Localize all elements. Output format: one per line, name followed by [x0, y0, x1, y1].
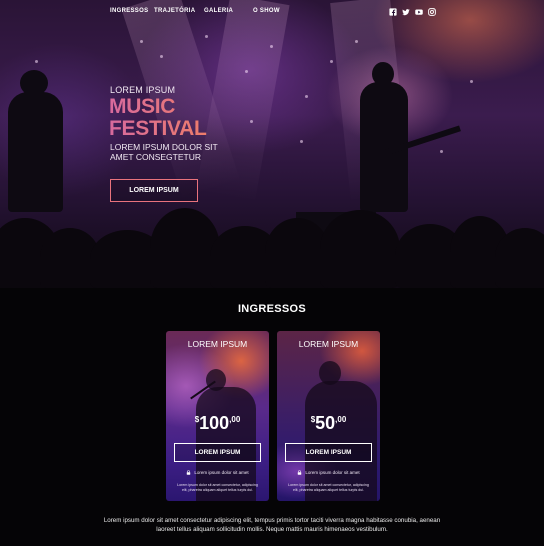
ticket-note-text: Lorem ipsum dolor sit amet	[194, 470, 249, 475]
stage-light-dot	[305, 95, 308, 98]
stage-light-dot	[35, 60, 38, 63]
price-cents: ,00	[335, 415, 347, 424]
stage-light-dot	[355, 40, 358, 43]
nav-item-galeria[interactable]: GALERIA	[204, 8, 233, 14]
stage-light-dot	[140, 40, 143, 43]
stage-light-dot	[440, 150, 443, 153]
hero-title-line-1: MUSIC	[109, 95, 176, 118]
stage-light-dot	[300, 140, 303, 143]
stage-light-dot	[245, 70, 248, 73]
hero-cta-button[interactable]: LOREM IPSUM	[110, 179, 198, 202]
ticket-buy-button[interactable]: LOREM IPSUM	[285, 443, 372, 462]
crowd-head	[495, 228, 544, 288]
price-currency: $	[194, 415, 200, 424]
hero-section: INGRESSOS TRAJETÓRIA GALERIA O SHOW LORE…	[0, 0, 544, 288]
crowd-silhouette	[0, 193, 544, 288]
instagram-icon[interactable]	[427, 7, 436, 16]
tickets-heading: INGRESSOS	[237, 303, 307, 315]
ticket-note: Lorem ipsum dolor sit amet	[277, 470, 380, 475]
ticket-card: LOREM IPSUM $50,00 LOREM IPSUM Lorem ips…	[277, 331, 380, 501]
price-currency: $	[310, 415, 316, 424]
lock-icon	[298, 470, 302, 475]
hero-title: MUSIC FESTIVAL	[109, 96, 207, 140]
price-cents: ,00	[229, 415, 241, 424]
ticket-fine-print: Lorem ipsum dolor sit amet consectetur, …	[177, 483, 258, 492]
ticket-price: $100,00	[166, 413, 269, 434]
stage-light-dot	[270, 45, 273, 48]
hero-title-line-2: FESTIVAL	[109, 117, 207, 140]
nav-item-ingressos[interactable]: INGRESSOS	[110, 8, 148, 14]
ticket-price: $50,00	[277, 413, 380, 434]
nav-item-o-show[interactable]: O SHOW	[253, 8, 280, 14]
crowd-head	[320, 210, 400, 288]
price-amount: 100	[199, 413, 230, 433]
ticket-card: LOREM IPSUM $100,00 LOREM IPSUM Lorem ip…	[166, 331, 269, 501]
ticket-card-title: LOREM IPSUM	[187, 339, 248, 349]
stage-light-dot	[470, 80, 473, 83]
ticket-note: Lorem ipsum dolor sit amet	[166, 470, 269, 475]
twitter-icon[interactable]	[401, 7, 410, 16]
lock-icon	[187, 470, 191, 475]
stage-light-dot	[250, 120, 253, 123]
ticket-card-title: LOREM IPSUM	[298, 339, 359, 349]
stage-light-dot	[160, 55, 163, 58]
ticket-note-text: Lorem ipsum dolor sit amet	[305, 470, 360, 475]
ticket-buy-button[interactable]: LOREM IPSUM	[174, 443, 261, 462]
price-amount: 50	[315, 413, 336, 433]
top-navigation: INGRESSOS TRAJETÓRIA GALERIA O SHOW	[0, 8, 544, 20]
ticket-fine-print: Lorem ipsum dolor sit amet consectetur, …	[288, 483, 369, 492]
stage-light-dot	[205, 35, 208, 38]
hero-kicker: LOREM IPSUM	[110, 85, 176, 95]
hero-subtitle: LOREM IPSUM DOLOR SIT AMET CONSEGTETUR	[110, 142, 218, 162]
facebook-icon[interactable]	[388, 7, 397, 16]
youtube-icon[interactable]	[414, 7, 423, 16]
stage-light-dot	[330, 60, 333, 63]
footer-description: Lorem ipsum dolor sit amet consectetur a…	[103, 517, 441, 533]
nav-item-trajetoria[interactable]: TRAJETÓRIA	[154, 8, 195, 14]
